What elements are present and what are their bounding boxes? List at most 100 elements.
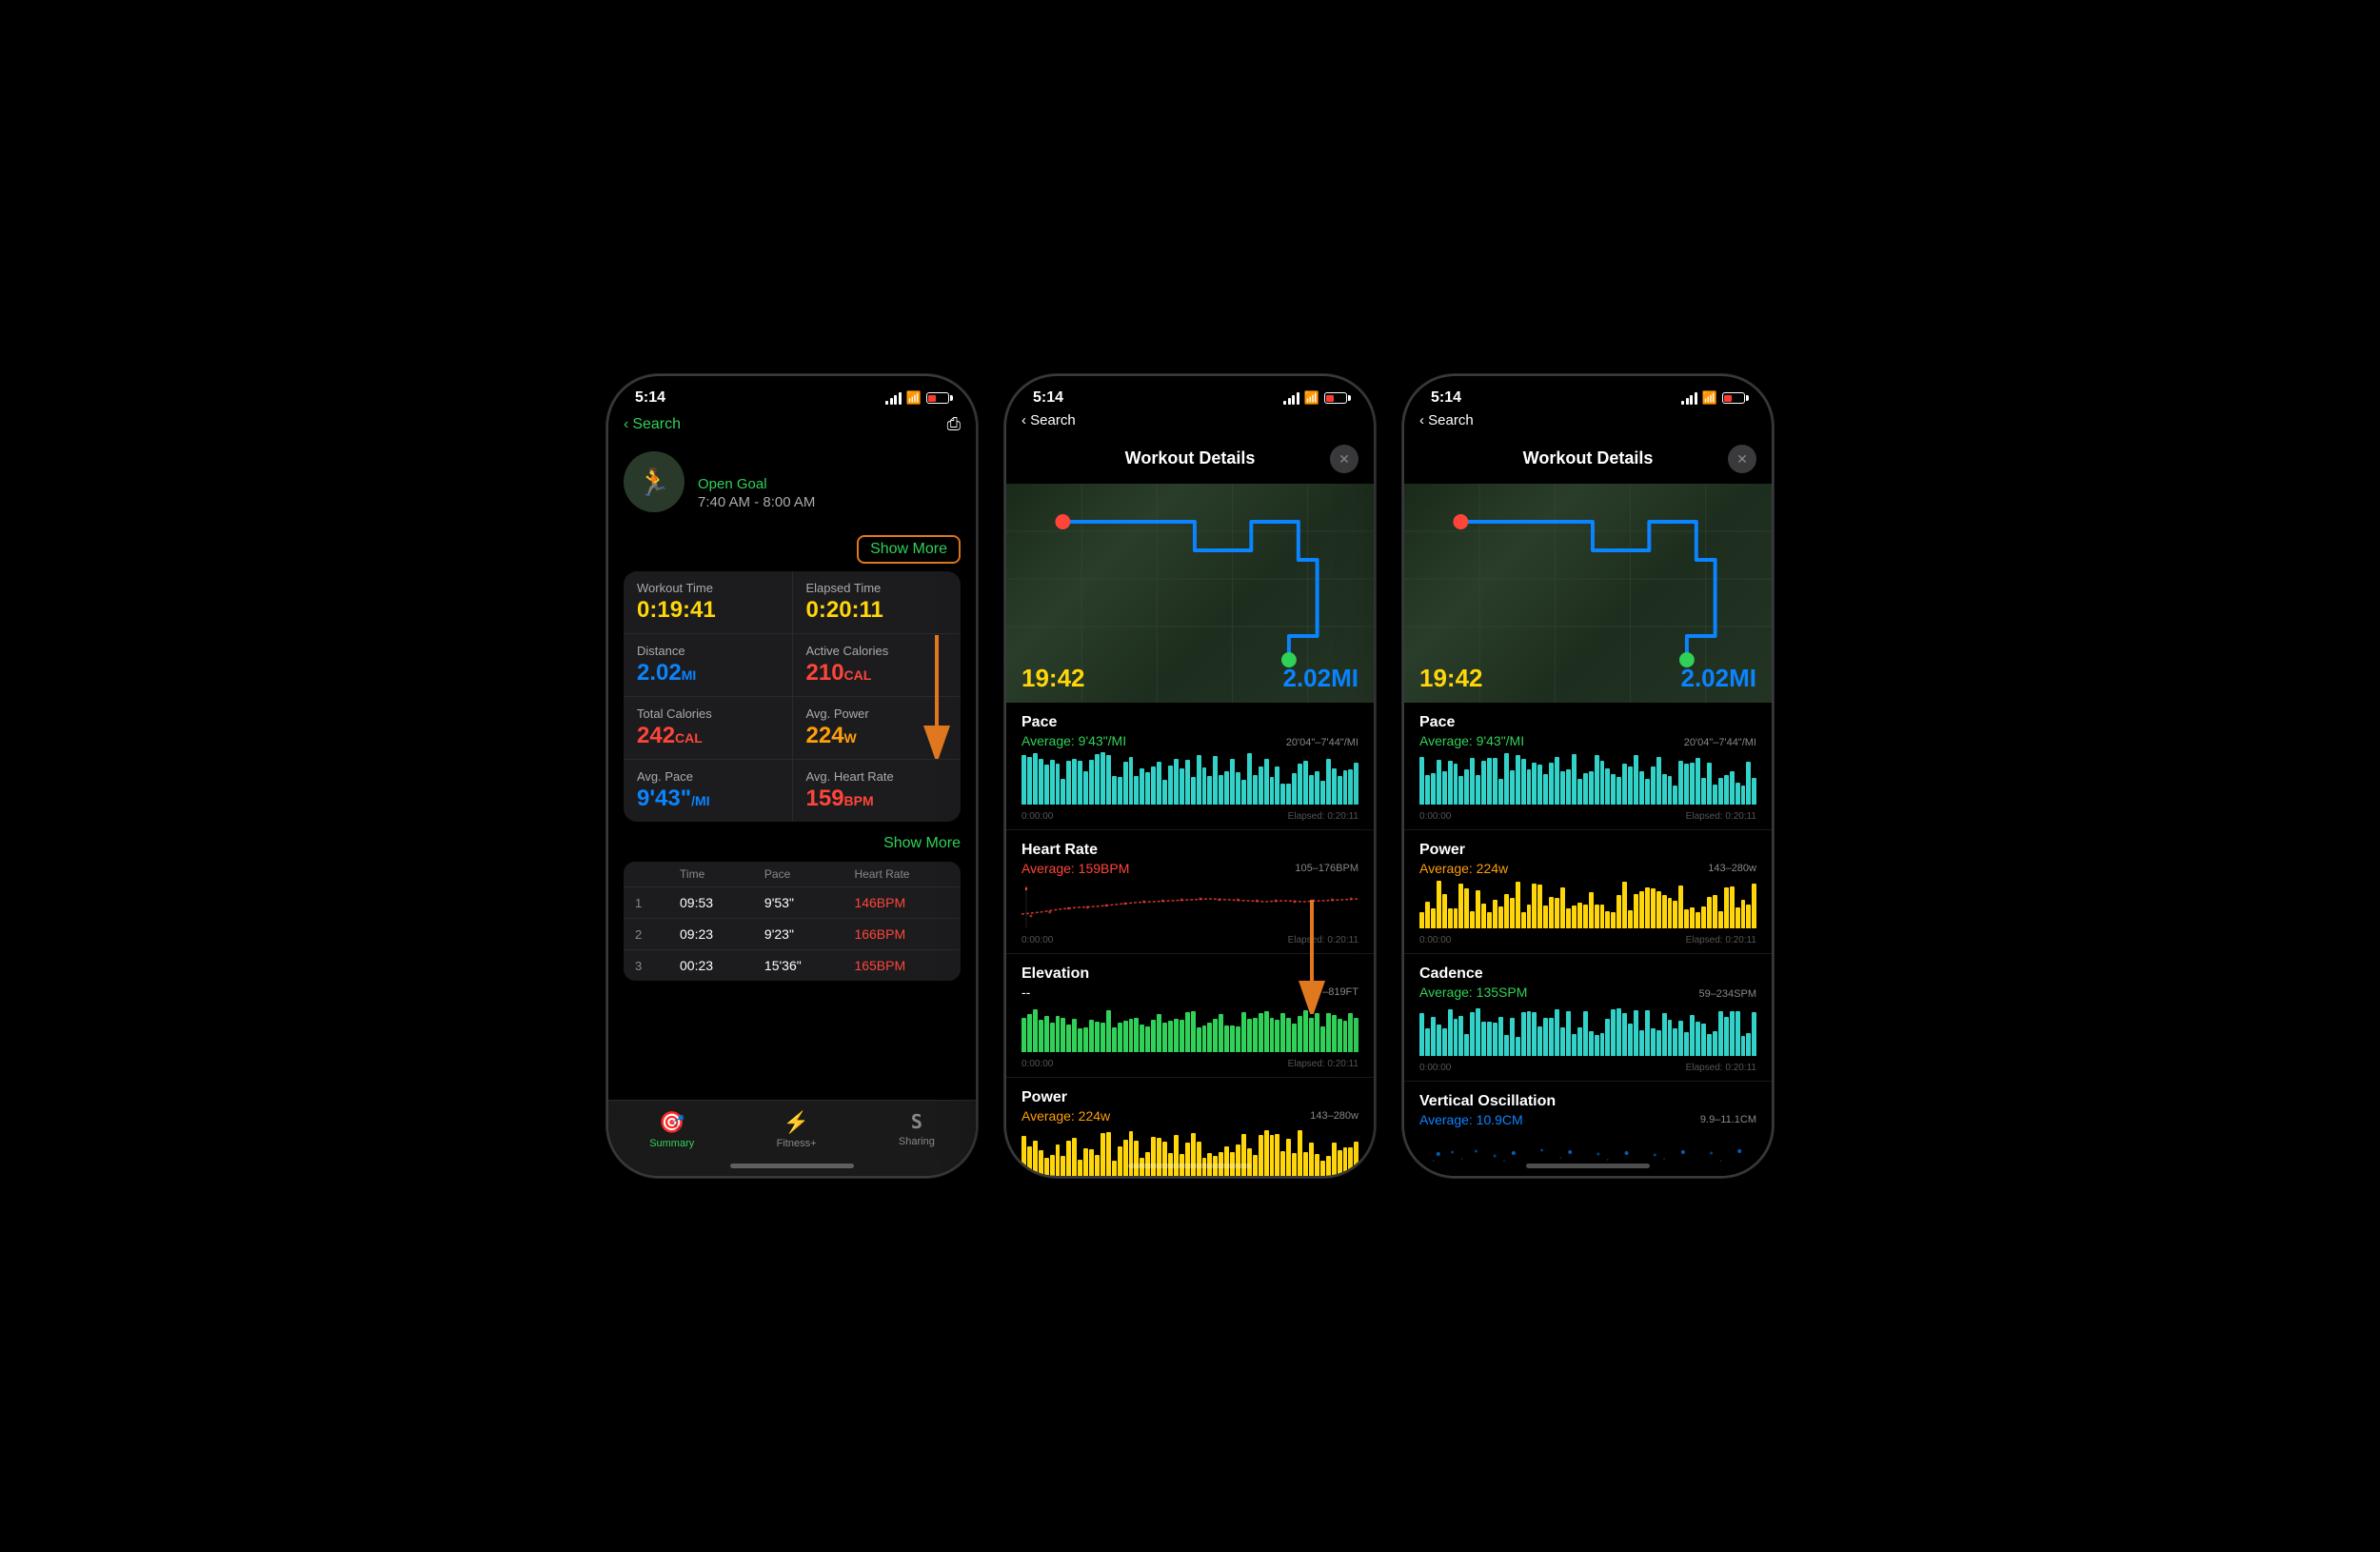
stats-row-4: Avg. Pace 9'43"/MI Avg. Heart Rate 159BP… (624, 760, 961, 822)
fitness-plus-icon: ⚡ (783, 1110, 809, 1135)
split-num: 2 (624, 919, 668, 950)
stat-label: Active Calories (806, 644, 948, 658)
status-bar-2: 5:14 📶 (1006, 376, 1374, 410)
stat-avg-hr: Avg. Heart Rate 159BPM (793, 760, 962, 822)
split-pace: 9'23" (753, 919, 843, 950)
chart-footer: 0:00:00 Elapsed: 0:20:11 (1419, 1063, 1756, 1073)
splits-row-2: 2 09:23 9'23" 166BPM (624, 919, 961, 950)
chart-start: 0:00:00 (1419, 811, 1451, 822)
chart-range: 143–280w (1708, 863, 1756, 874)
phone-1: 5:14 📶 ‹ Se (606, 374, 978, 1178)
map-time-3: 19:42 (1419, 664, 1483, 693)
split-time: 00:23 (668, 950, 753, 982)
chart-footer: 0:00:00 Elapsed: 0:20:11 (1021, 935, 1359, 945)
modal-close-3[interactable]: ✕ (1728, 445, 1756, 473)
workout-details-header: Workout Details Show More (608, 527, 976, 571)
summary-tab-icon: 🎯 (659, 1110, 684, 1135)
workout-goal: Open Goal (698, 476, 961, 492)
chart-power-3: Power Average: 224w 143–280w 0:00:00 Ela… (1404, 830, 1772, 954)
splits-show-more[interactable]: Show More (883, 835, 961, 852)
chart-footer: 0:00:00 Elapsed: 0:20:11 (1021, 811, 1359, 822)
splits-row-3: 3 00:23 15'36" 165BPM (624, 950, 961, 982)
search-back-2: ‹ Search (1006, 410, 1374, 433)
stat-label: Total Calories (637, 706, 779, 721)
stat-value: 210CAL (806, 660, 948, 686)
workout-details-title: Workout Details (624, 539, 761, 560)
nav-title-1: Fri, Jun 17 (773, 415, 854, 434)
splits-row-1: 1 09:53 9'53" 146BPM (624, 887, 961, 919)
phone-3: 5:14 📶 ‹ Search (1402, 374, 1774, 1178)
split-time: 09:23 (668, 919, 753, 950)
chart-end: Elapsed: 0:20:11 (1288, 1059, 1359, 1069)
home-indicator-1 (730, 1164, 854, 1168)
show-more-button[interactable]: Show More (857, 535, 961, 564)
nav-back-1[interactable]: ‹ Search (624, 416, 681, 433)
phones-container: 5:14 📶 ‹ Se (606, 374, 1774, 1178)
signal-icon (885, 392, 902, 405)
map-stats-2: 19:42 2.02MI (1021, 664, 1359, 693)
stat-label: Avg. Heart Rate (806, 769, 948, 784)
status-time-1: 5:14 (635, 389, 665, 407)
chart-footer: 0:00:00 Elapsed: 0:20:11 (1419, 935, 1756, 945)
chart-avg: Average: 224w (1419, 861, 1508, 876)
stat-distance: Distance 2.02MI (624, 634, 793, 696)
sharing-label: Sharing (899, 1136, 935, 1147)
back-search-label[interactable]: ‹ Search (1021, 412, 1076, 428)
workout-time-range: 7:40 AM - 8:00 AM (698, 494, 961, 510)
chart-range: 143–280w (1310, 1110, 1359, 1122)
stats-row-2: Distance 2.02MI Active Calories 210CAL (624, 634, 961, 697)
chart-end: Elapsed: 0:20:11 (1686, 935, 1756, 945)
chart-start: 0:00:00 (1419, 1063, 1451, 1073)
chart-title: Pace (1419, 714, 1756, 731)
chart-title: Pace (1021, 714, 1359, 731)
split-hr: 165BPM (843, 950, 961, 982)
status-icons-1: 📶 (885, 390, 949, 406)
chart-avg: -- (1021, 985, 1030, 1000)
split-pace: 9'53" (753, 887, 843, 919)
chart-wrapper (1419, 1127, 1756, 1176)
stat-value: 2.02MI (637, 660, 779, 686)
split-time: 09:53 (668, 887, 753, 919)
signal-icon-3 (1681, 392, 1697, 405)
split-pace: 15'36" (753, 950, 843, 982)
share-icon[interactable]: ⎙ (947, 414, 961, 434)
stat-value: 242CAL (637, 723, 779, 749)
chart-wrapper (1021, 1000, 1359, 1057)
stat-value: 159BPM (806, 786, 948, 812)
stat-label: Avg. Power (806, 706, 948, 721)
back-search-label-3[interactable]: ‹ Search (1419, 412, 1474, 428)
tab-sharing[interactable]: S Sharing (899, 1110, 935, 1149)
workout-name: Outdoor Run (698, 454, 961, 476)
map-area-2: 19:42 2.02MI (1006, 484, 1374, 703)
chart-range: 20'04"–7'44"/MI (1684, 737, 1756, 748)
tab-fitness-plus[interactable]: ⚡ Fitness+ (777, 1110, 817, 1149)
status-bar-3: 5:14 📶 (1404, 376, 1772, 410)
chart-wrapper (1021, 876, 1359, 933)
stat-avg-pace: Avg. Pace 9'43"/MI (624, 760, 793, 822)
workout-info: Outdoor Run Open Goal 7:40 AM - 8:00 AM (698, 454, 961, 510)
charts-scroll-2[interactable]: Pace Average: 9'43"/MI 20'04"–7'44"/MI 0… (1006, 703, 1374, 1176)
chart-title: Vertical Oscillation (1419, 1093, 1756, 1110)
chart-range: 807–819FT (1305, 986, 1359, 998)
charts-scroll-3[interactable]: Pace Average: 9'43"/MI 20'04"–7'44"/MI 0… (1404, 703, 1772, 1176)
chart-end: Elapsed: 0:20:11 (1288, 811, 1359, 822)
splits-table: Time Pace Heart Rate 1 09:53 9'53" 146BP… (624, 862, 961, 981)
splits-title: Splits (624, 833, 673, 854)
chart-avg: Average: 224w (1021, 1108, 1110, 1124)
chart-start: 0:00:00 (1419, 935, 1451, 945)
chart-start: 0:00:00 (1021, 935, 1053, 945)
chart-title: Cadence (1419, 965, 1756, 983)
search-back-3: ‹ Search (1404, 410, 1772, 433)
tab-summary[interactable]: 🎯 Summary (649, 1110, 694, 1149)
chart-avg: Average: 9'43"/MI (1419, 733, 1524, 748)
stat-workout-time: Workout Time 0:19:41 (624, 571, 793, 633)
chart-range: 20'04"–7'44"/MI (1286, 737, 1359, 748)
modal-close-2[interactable]: ✕ (1330, 445, 1359, 473)
stat-avg-power: Avg. Power 224W (793, 697, 962, 759)
map-area-3: 19:42 2.02MI (1404, 484, 1772, 703)
status-icons-3: 📶 (1681, 390, 1745, 406)
chart-end: Elapsed: 0:20:11 (1288, 935, 1359, 945)
modal-header-3: Workout Details ✕ (1404, 433, 1772, 484)
status-time-3: 5:14 (1431, 389, 1461, 407)
chart-power-2: Power Average: 224w 143–280w 0:00:00 Ela… (1006, 1078, 1374, 1176)
